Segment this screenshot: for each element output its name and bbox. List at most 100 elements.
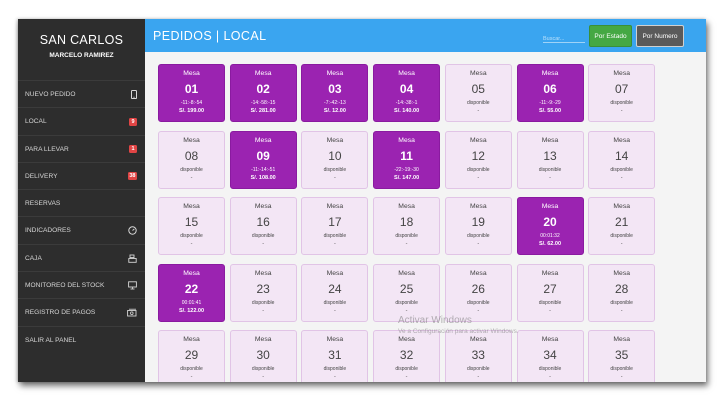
table-card[interactable]: Mesa 13 disponible - xyxy=(516,130,584,189)
table-label: Mesa xyxy=(469,336,487,343)
sidebar-item-para-llevar[interactable]: PARA LLEVAR 1 xyxy=(18,134,145,162)
search-input[interactable] xyxy=(543,35,585,43)
table-status: disponible xyxy=(323,233,347,239)
table-number: 12 xyxy=(471,148,485,163)
table-status: disponible xyxy=(467,299,490,306)
cash-register-icon xyxy=(128,254,137,263)
table-number: 34 xyxy=(543,348,557,362)
table-card[interactable]: Mesa 06 -11:-9:-29 S/. 55.00 xyxy=(516,64,584,122)
sidebar-item-registro-de-pagos[interactable]: REGISTRO DE PAGOS xyxy=(18,298,145,325)
sidebar-item-delivery[interactable]: DELIVERY 38 xyxy=(18,161,145,189)
table-label: Mesa xyxy=(469,269,487,277)
table-card[interactable]: Mesa 09 -11:-14:-51 S/. 108.00 xyxy=(229,130,297,189)
table-amount-placeholder: - xyxy=(333,174,336,181)
table-card[interactable]: Mesa 10 disponible - xyxy=(301,130,369,189)
table-card[interactable]: Mesa 25 disponible - xyxy=(373,263,441,322)
table-label: Mesa xyxy=(541,336,559,343)
table-card[interactable]: Mesa 29 disponible - xyxy=(158,330,225,382)
table-label: Mesa xyxy=(613,269,630,277)
table-card[interactable]: Mesa 15 disponible - xyxy=(158,197,225,255)
table-elapsed-time: -14:-58:-15 xyxy=(250,100,276,106)
table-card[interactable]: Mesa 28 disponible - xyxy=(588,263,656,322)
table-card[interactable]: Mesa 24 disponible - xyxy=(301,263,369,322)
main-content: PEDIDOS | LOCAL Por Estado Por Numero Me… xyxy=(145,19,706,382)
table-amount-placeholder: - xyxy=(620,108,623,114)
table-amount-placeholder: - xyxy=(333,307,336,314)
table-label: Mesa xyxy=(326,269,344,277)
sidebar-item-indicator xyxy=(127,299,137,326)
table-number: 22 xyxy=(184,281,199,296)
table-card[interactable]: Mesa 19 disponible - xyxy=(444,197,512,255)
table-amount-placeholder: - xyxy=(477,174,480,181)
table-card[interactable]: Mesa 07 disponible - xyxy=(588,64,656,122)
table-amount-placeholder: - xyxy=(620,374,623,380)
sidebar-item-label: MONITOREO DEL STOCK xyxy=(25,282,105,290)
sidebar-item-monitoreo-del-stock[interactable]: MONITOREO DEL STOCK xyxy=(18,271,145,298)
table-card[interactable]: Mesa 21 disponible - xyxy=(588,197,656,255)
table-card[interactable]: Mesa 17 disponible - xyxy=(301,197,369,255)
monitor-icon xyxy=(128,281,137,290)
sidebar-item-reservas[interactable]: RESERVAS xyxy=(18,189,145,216)
table-card[interactable]: Mesa 11 -22:-19:-30 S/. 147.00 xyxy=(373,130,441,189)
table-card[interactable]: Mesa 30 disponible - xyxy=(229,330,297,382)
table-amount: S/. 281.00 xyxy=(250,108,276,114)
sidebar-item-salir-al-panel[interactable]: SALIR AL PANEL xyxy=(18,325,145,353)
mobile-icon xyxy=(131,90,137,99)
table-card[interactable]: Mesa 31 disponible - xyxy=(301,330,369,382)
sidebar-item-nuevo-pedido[interactable]: NUEVO PEDIDO xyxy=(18,80,145,107)
table-amount-placeholder: - xyxy=(549,307,551,314)
table-card[interactable]: Mesa 23 disponible - xyxy=(229,263,297,322)
table-card[interactable]: Mesa 04 -14:-38:-1 S/. 140.00 xyxy=(373,64,441,122)
table-card[interactable]: Mesa 34 disponible - xyxy=(516,330,584,382)
table-card[interactable]: Mesa 32 disponible - xyxy=(373,330,441,382)
table-number: 14 xyxy=(615,148,629,163)
filter-by-number-button[interactable]: Por Numero xyxy=(636,25,684,47)
sidebar-nav: NUEVO PEDIDO LOCAL 9 PARA LLEVAR 1 DELIVERY 38… xyxy=(18,80,145,353)
table-status: disponible xyxy=(610,299,633,306)
sidebar-item-indicadores[interactable]: INDICADORES xyxy=(18,216,145,243)
table-number: 29 xyxy=(184,348,199,362)
table-number: 33 xyxy=(471,348,485,362)
table-status: disponible xyxy=(323,299,347,306)
table-card[interactable]: Mesa 08 disponible - xyxy=(158,130,225,189)
table-elapsed-time: -22:-19:-30 xyxy=(394,166,419,173)
table-label: Mesa xyxy=(613,136,630,144)
table-card[interactable]: Mesa 20 00:01:32 S/. 62.00 xyxy=(516,197,584,255)
table-status: disponible xyxy=(395,299,418,306)
table-card[interactable]: Mesa 02 -14:-58:-15 S/. 281.00 xyxy=(229,64,297,122)
sidebar-item-label: SALIR AL PANEL xyxy=(25,336,77,344)
table-number: 28 xyxy=(615,281,629,296)
table-card[interactable]: Mesa 33 disponible - xyxy=(444,330,512,382)
table-card[interactable]: Mesa 18 disponible - xyxy=(373,197,441,255)
app-window: SAN CARLOS MARCELO RAMIREZ NUEVO PEDIDO L… xyxy=(18,19,706,382)
table-card[interactable]: Mesa 03 -7:-42:-13 S/. 12.00 xyxy=(301,64,369,122)
table-card[interactable]: Mesa 01 -11:-8:-54 S/. 199.00 xyxy=(158,64,225,122)
table-card[interactable]: Mesa 26 disponible - xyxy=(444,263,512,322)
table-amount-placeholder: - xyxy=(620,241,623,247)
table-card[interactable]: Mesa 14 disponible - xyxy=(588,130,656,189)
table-card[interactable]: Mesa 27 disponible - xyxy=(516,263,584,322)
table-label: Mesa xyxy=(326,203,344,210)
table-status: disponible xyxy=(610,366,633,372)
table-amount: S/. 122.00 xyxy=(178,307,205,314)
table-card[interactable]: Mesa 22 00:01:41 S/. 122.00 xyxy=(158,263,225,322)
table-label: Mesa xyxy=(254,136,272,144)
table-number: 24 xyxy=(328,281,342,296)
table-card[interactable]: Mesa 16 disponible - xyxy=(229,197,297,255)
table-elapsed-time: -14:-38:-1 xyxy=(395,100,418,106)
table-number: 04 xyxy=(399,82,414,96)
table-card[interactable]: Mesa 12 disponible - xyxy=(444,130,512,189)
table-label: Mesa xyxy=(183,269,200,277)
count-badge: 9 xyxy=(129,117,137,126)
table-status: disponible xyxy=(251,299,275,306)
table-label: Mesa xyxy=(183,336,200,343)
table-elapsed-time: -7:-42:-13 xyxy=(324,100,346,106)
table-number: 09 xyxy=(256,148,270,163)
sidebar-item-caja[interactable]: CAJA xyxy=(18,243,145,271)
filter-by-status-button[interactable]: Por Estado xyxy=(589,25,632,47)
table-card[interactable]: Mesa 05 disponible - xyxy=(444,64,512,122)
table-amount-placeholder: - xyxy=(477,307,480,314)
table-label: Mesa xyxy=(398,203,415,210)
table-card[interactable]: Mesa 35 disponible - xyxy=(588,330,656,382)
sidebar-item-local[interactable]: LOCAL 9 xyxy=(18,107,145,134)
